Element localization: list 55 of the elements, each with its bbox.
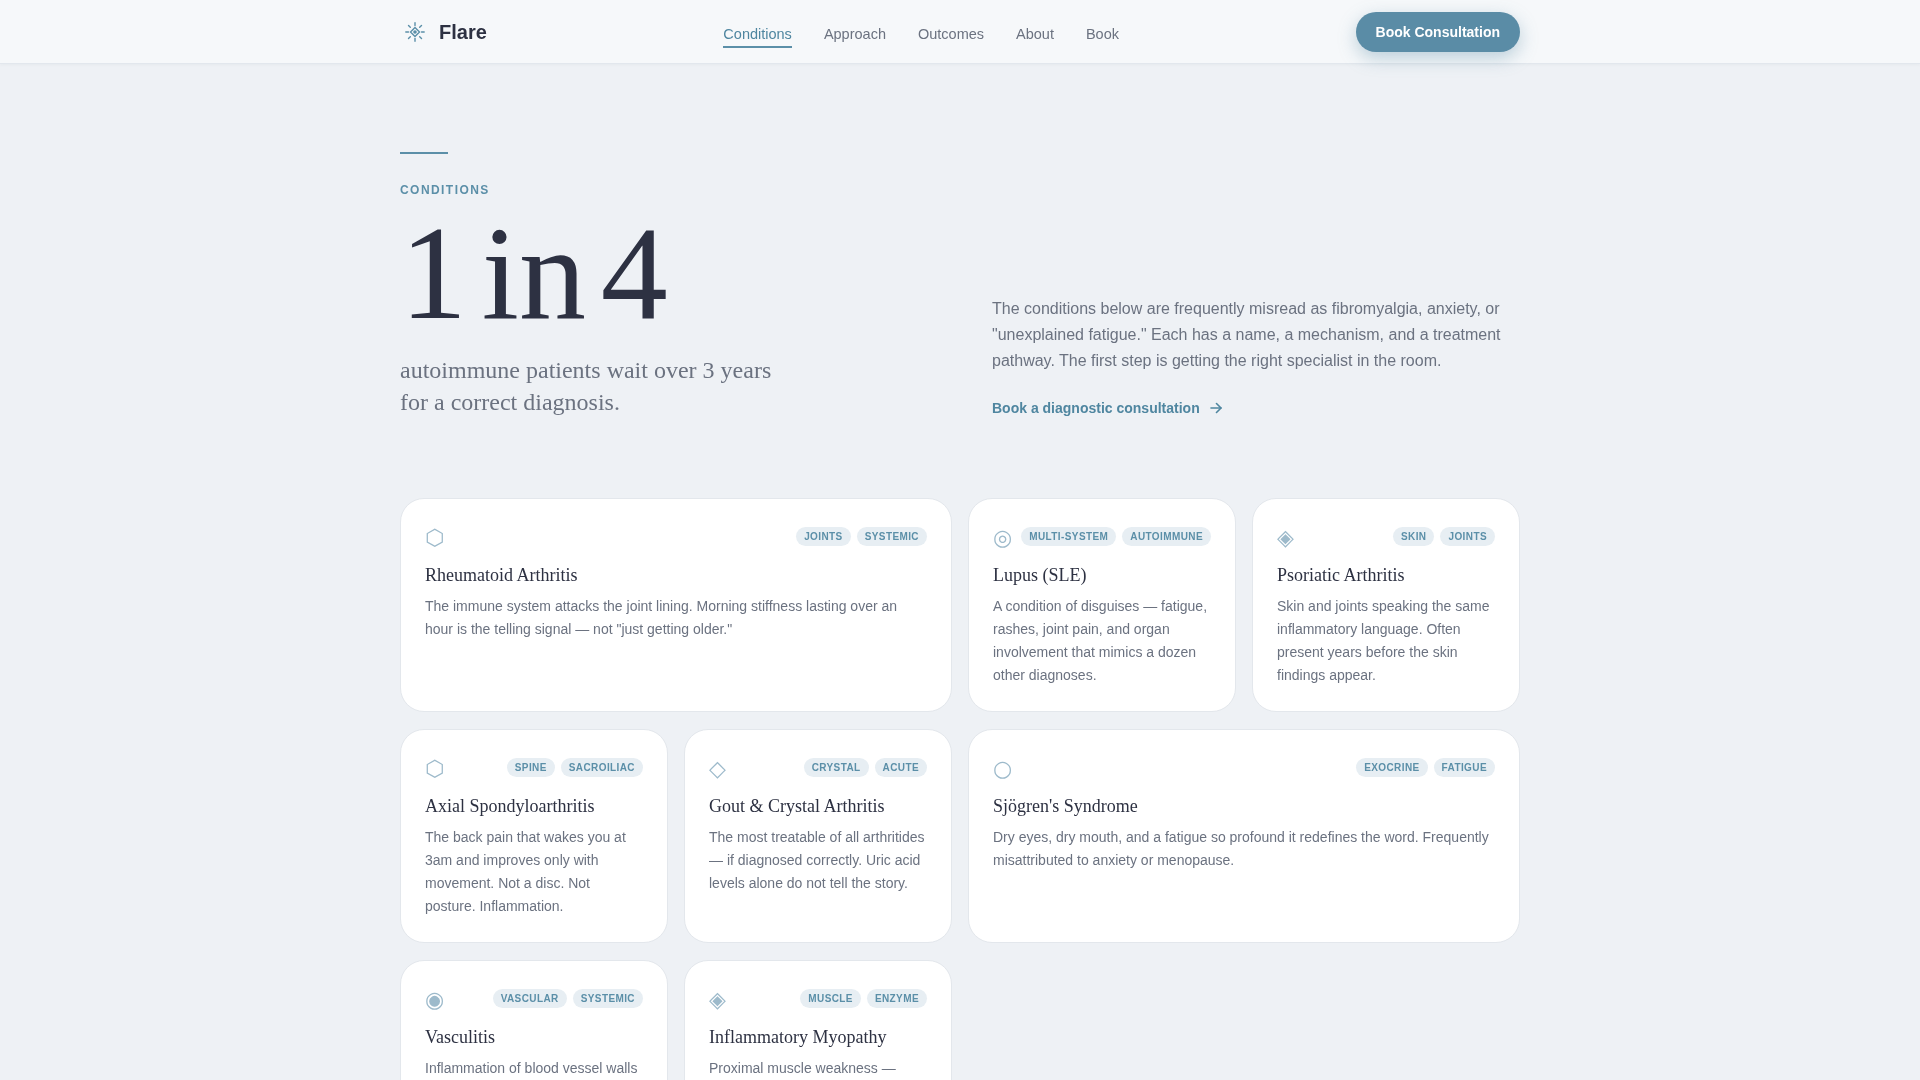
logo-icon	[405, 21, 425, 42]
condition-description: Skin and joints speaking the same inflammatory language. Often present years before the skin findings appear.	[1277, 597, 1491, 685]
category-tag: SACROILIAC	[560, 757, 643, 777]
bullseye-icon: ◎	[993, 527, 1013, 549]
condition-description: Proximal muscle weakness —	[709, 1059, 897, 1078]
nav-link[interactable]: Book	[1085, 20, 1119, 48]
intro-paragraph: The conditions below are frequently misread as fibromyalgia, anxiety, or "unexplained fatigue." Each has a name, a mechanism, and a treatment pathway. The first step is getting the right specialist in the room.	[992, 299, 1502, 371]
nav-link[interactable]: About	[1016, 20, 1054, 48]
condition-title: Sjögren's Syndrome	[993, 795, 1139, 818]
category-tag: SYSTEMIC	[572, 988, 643, 1008]
category-tag: JOINTS	[1440, 526, 1495, 546]
circle-icon: ○	[993, 758, 1013, 780]
condition-description: A condition of disguises — fatigue, rashes, joint pain, and organ involvement that mimics a dozen other diagnoses.	[993, 597, 1209, 685]
condition-title: Rheumatoid Arthritis	[425, 564, 579, 587]
nav-link[interactable]: Outcomes	[917, 20, 985, 48]
condition-title: Psoriatic Arthritis	[1277, 564, 1406, 587]
logo-text: Flare	[439, 19, 487, 44]
condition-title: Axial Spondyloarthritis	[425, 795, 596, 818]
condition-description: Dry eyes, dry mouth, and a fatigue so profound it redefines the word. Frequently misattributed to anxiety or menopause.	[993, 828, 1490, 870]
book-consultation-button[interactable]: Book Consultation	[1355, 11, 1520, 52]
category-tag: ACUTE	[874, 757, 927, 777]
nav-link[interactable]: Conditions	[723, 20, 792, 48]
category-tag: CRYSTAL	[803, 757, 869, 777]
section-label: CONDITIONS	[400, 182, 490, 198]
condition-title: Gout & Crystal Arthritis	[709, 795, 886, 818]
category-tag: AUTOIMMUNE	[1122, 526, 1211, 546]
category-tag: EXOCRINE	[1356, 757, 1428, 777]
category-tag: VASCULAR	[492, 988, 567, 1008]
arrow-icon	[1209, 402, 1222, 414]
condition-description: The back pain that wakes you at 3am and improves only with movement. Not a disc. Not posture. Inflammation.	[425, 828, 627, 916]
condition-description: Inflammation of blood vessel walls	[425, 1059, 639, 1078]
condition-title: Lupus (SLE)	[993, 564, 1088, 587]
category-tag: SPINE	[506, 757, 555, 777]
category-tag: SYSTEMIC	[856, 526, 927, 546]
category-tag: MULTI-SYSTEM	[1021, 526, 1117, 546]
category-tag: MUSCLE	[800, 988, 861, 1008]
diamond-icon: ◇	[709, 758, 726, 780]
hexagon-icon: ⬡	[425, 758, 445, 780]
nav-link[interactable]: Approach	[823, 20, 886, 48]
diamond-dot-icon: ◈	[1277, 527, 1294, 549]
diamond-dot-icon: ◈	[709, 989, 726, 1011]
headline: 1 in 4	[400, 206, 668, 340]
hexagon-icon: ⬡	[425, 527, 445, 549]
category-tag: ENZYME	[866, 988, 927, 1008]
category-tag: FATIGUE	[1433, 757, 1495, 777]
dot-circle-icon: ◉	[425, 989, 445, 1011]
condition-title: Vasculitis	[425, 1026, 496, 1049]
subheadline: autoimmune patients wait over 3 years for a correct diagnosis.	[400, 356, 773, 417]
condition-description: The immune system attacks the joint lining. Morning stiffness lasting over an hour is the telling signal — not "just getting older."	[425, 597, 899, 639]
accent-rule	[400, 152, 448, 154]
category-tag: SKIN	[1392, 526, 1435, 546]
condition-title: Inflammatory Myopathy	[709, 1026, 888, 1049]
consultation-link[interactable]: Book a diagnostic consultation	[992, 398, 1222, 418]
condition-description: The most treatable of all arthritides — if diagnosed correctly. Uric acid levels alone do not tell the story.	[709, 828, 926, 893]
category-tag: JOINTS	[796, 526, 851, 546]
